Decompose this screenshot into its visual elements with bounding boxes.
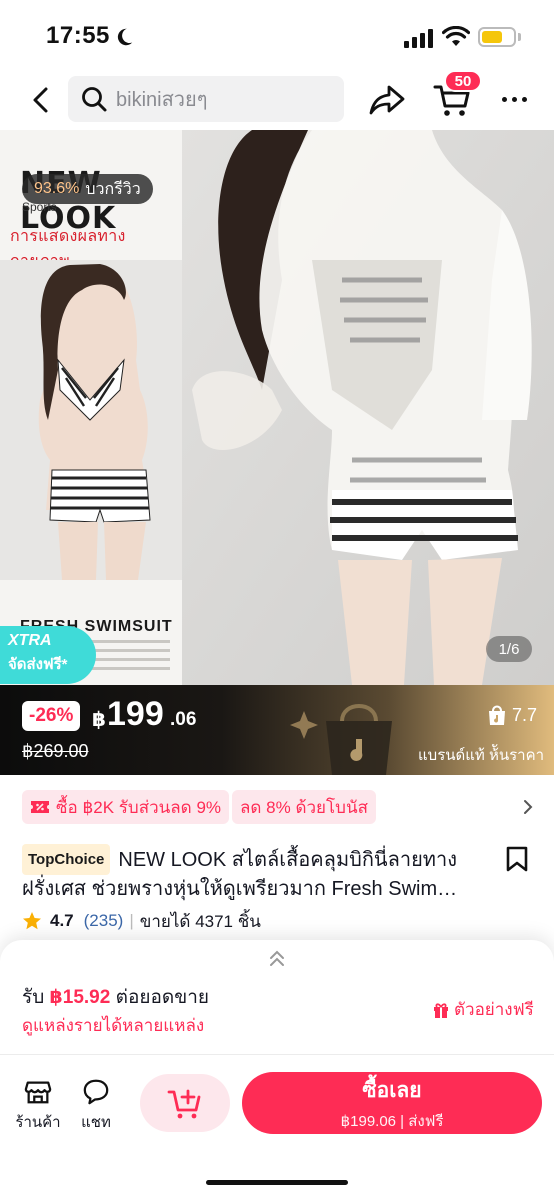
gift-icon <box>434 1002 448 1018</box>
shop-button[interactable]: ร้านค้า <box>14 1078 62 1134</box>
cart-plus-icon <box>167 1089 201 1119</box>
commission-suffix: ต่อยอดขาย <box>115 987 210 1008</box>
chat-button[interactable]: แชท <box>72 1078 120 1134</box>
buy-now-label: ซื้อเลย <box>362 1078 422 1102</box>
topchoice-badge: TopChoice <box>22 844 111 875</box>
search-input[interactable]: bikiniสวยๆ <box>68 76 344 122</box>
chat-label: แชท <box>81 1114 111 1131</box>
commission-amount: ฿15.92 <box>49 987 111 1008</box>
coupon-icon <box>31 801 49 813</box>
home-indicator <box>206 1180 348 1185</box>
original-price: ฿269.00 <box>22 741 89 761</box>
commission-row: รับ ฿15.92 ต่อยอดขาย <box>22 982 209 1012</box>
moon-icon <box>117 28 133 46</box>
model-photo-main <box>182 130 554 685</box>
buy-now-sublabel: ฿199.06 | ส่งฟรี <box>340 1112 444 1130</box>
promo-chip-label: ลด 8% ด้วยโบนัส <box>240 797 368 817</box>
image-page-indicator: 1/6 <box>486 636 532 662</box>
free-sample-button[interactable]: ตัวอย่างฟรี <box>432 996 534 1023</box>
product-title: TopChoice NEW LOOK สไตล์เสื้อคลุมบิกินี่ล… <box>22 844 492 904</box>
review-count[interactable]: (235) <box>84 911 124 931</box>
xtra-sublabel: จัดส่งฟรี* <box>8 656 68 673</box>
divider <box>0 1054 554 1055</box>
search-icon <box>82 87 107 112</box>
positive-review-label: บวกรีวิว <box>85 180 141 198</box>
brand-trust-score: 7.7 <box>486 703 537 727</box>
back-button[interactable] <box>22 82 58 118</box>
brand-score-value: 7.7 <box>512 704 538 725</box>
expand-up-icon[interactable] <box>266 948 288 970</box>
shop-label: ร้านค้า <box>15 1114 61 1131</box>
status-time: 17:55 <box>46 22 110 49</box>
more-options-button[interactable] <box>496 84 532 114</box>
sold-count: ขายได้ 4371 ชิ้น <box>139 911 261 931</box>
affiliate-sheet: รับ ฿15.92 ต่อยอดขาย ดูแหล่งรายได้หลายแห… <box>0 940 554 1200</box>
search-query: bikiniสวยๆ <box>116 89 208 111</box>
commission-prefix: รับ <box>22 987 45 1008</box>
share-button[interactable] <box>368 82 406 118</box>
top-nav: bikiniสวยๆ 50 <box>0 70 554 130</box>
price-banner: -26% ฿ 199 .06 ฿269.00 7.7 แบรนด์แท้ ห้ั… <box>0 685 554 775</box>
battery-icon <box>478 27 516 47</box>
xtra-free-shipping-badge: XTRA จัดส่งฟรี* <box>0 626 96 684</box>
buy-now-button[interactable]: ซื้อเลย ฿199.06 | ส่งฟรี <box>242 1072 542 1134</box>
rating-value: 4.7 <box>50 911 74 930</box>
positive-review-badge: 93.6% บวกรีวิว <box>22 174 153 204</box>
wifi-icon <box>442 26 470 46</box>
model-photo-small <box>0 260 182 580</box>
discount-badge: -26% <box>22 701 81 731</box>
product-image-gallery[interactable]: NEW LOOK Sports การแสดงผลทางกายภาพ FRESH… <box>0 130 554 685</box>
promo-chip-bonus-discount[interactable]: ลด 8% ด้วยโบนัส <box>232 790 376 824</box>
cart-count-badge: 50 <box>444 70 482 92</box>
cellular-signal-icon <box>404 29 433 48</box>
shopping-bag-icon <box>489 705 505 725</box>
shopping-bag-graphic <box>290 704 392 775</box>
bookmark-icon[interactable] <box>504 845 530 873</box>
positive-review-pct: 93.6% <box>34 180 80 197</box>
xtra-label: XTRA <box>8 632 52 649</box>
promo-chip-volume-discount[interactable]: ซื้อ ฿2K รับส่วนลด 9% <box>22 790 230 824</box>
add-to-cart-button[interactable] <box>140 1074 230 1132</box>
promo-chip-label: ซื้อ ฿2K รับส่วนลด 9% <box>56 797 222 817</box>
chevron-right-icon[interactable] <box>518 796 538 818</box>
income-sources-link[interactable]: ดูแหล่งรายได้หลายแหล่ง <box>22 1012 204 1039</box>
brand-guarantee-label: แบรนด์แท้ ห้ันราคา <box>418 747 545 764</box>
collage-left-panel: NEW LOOK Sports การแสดงผลทางกายภาพ FRESH… <box>0 130 182 685</box>
price-decimal: .06 <box>170 709 197 730</box>
promo-row[interactable]: ซื้อ ฿2K รับส่วนลด 9% ลด 8% ด้วยโบนัส <box>0 790 554 826</box>
free-sample-label: ตัวอย่างฟรี <box>454 1000 534 1019</box>
store-icon <box>24 1081 52 1104</box>
chevron-left-icon <box>33 87 48 113</box>
star-icon <box>23 912 41 930</box>
chat-bubble-icon <box>83 1079 109 1105</box>
rating-row[interactable]: 4.7 (235) | ขายได้ 4371 ชิ้น <box>22 908 261 934</box>
collage-fine-print <box>84 640 170 676</box>
price-currency: ฿ <box>92 709 106 731</box>
price-main: 199 <box>107 695 164 733</box>
status-bar: 17:55 <box>0 0 554 70</box>
